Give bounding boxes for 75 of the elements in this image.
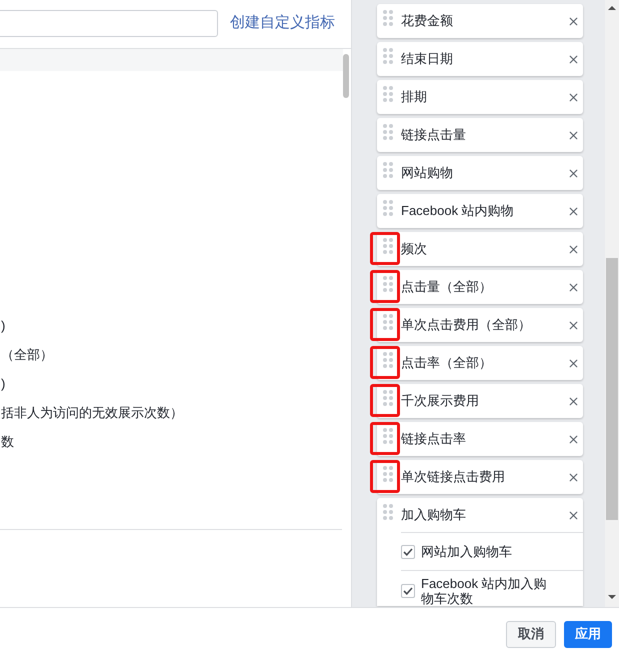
column-card[interactable]: 点击量（全部） bbox=[377, 270, 583, 304]
column-card[interactable]: 排期 bbox=[377, 80, 583, 114]
column-card[interactable]: 链接点击量 bbox=[377, 118, 583, 152]
column-card[interactable]: Facebook 站内购物 bbox=[377, 194, 583, 228]
drag-handle-icon[interactable] bbox=[383, 428, 393, 444]
column-label: 花费金额 bbox=[401, 12, 454, 30]
close-icon bbox=[566, 52, 580, 66]
drag-handle-icon[interactable] bbox=[383, 390, 393, 406]
scroll-down-arrow-icon[interactable] bbox=[608, 595, 616, 599]
create-custom-metric-link[interactable]: 创建自定义指标 bbox=[230, 12, 335, 34]
column-card[interactable]: 链接点击率 bbox=[377, 422, 583, 456]
close-icon bbox=[566, 394, 580, 408]
metric-label: ) bbox=[1, 316, 6, 335]
option-label: Facebook 站内加入购物车次数 bbox=[421, 576, 548, 606]
column-label: 频次 bbox=[401, 240, 428, 258]
close-icon bbox=[566, 508, 580, 522]
column-card[interactable]: 花费金额 bbox=[377, 4, 583, 38]
apply-button[interactable]: 应用 bbox=[564, 620, 612, 648]
checkbox[interactable] bbox=[401, 544, 415, 558]
metric-label: ) bbox=[1, 374, 6, 393]
close-icon bbox=[566, 242, 580, 256]
column-label: 链接点击率 bbox=[401, 430, 467, 448]
column-label: 链接点击量 bbox=[401, 126, 467, 144]
close-icon bbox=[566, 166, 580, 180]
column-label: 点击量（全部） bbox=[401, 278, 493, 296]
column-group-card[interactable]: 加入购物车 网站加入购物车 Facebook 站内加入购物车次数 bbox=[377, 498, 583, 606]
metric-label: （全部） bbox=[1, 346, 53, 364]
column-card[interactable]: 网站购物 bbox=[377, 156, 583, 190]
column-card[interactable]: 单次点击费用（全部） bbox=[377, 308, 583, 342]
option-label: 网站加入购物车 bbox=[421, 544, 513, 559]
cancel-button[interactable]: 取消 bbox=[506, 620, 556, 648]
drag-handle-icon[interactable] bbox=[383, 200, 393, 216]
checkmark-icon bbox=[403, 587, 413, 595]
search-field[interactable] bbox=[0, 10, 218, 36]
scrollbar-thumb[interactable] bbox=[606, 258, 618, 520]
column-label: 排期 bbox=[401, 88, 428, 106]
drag-handle-icon[interactable] bbox=[383, 124, 393, 140]
column-label: 网站购物 bbox=[401, 164, 454, 182]
drag-handle-icon[interactable] bbox=[383, 238, 393, 254]
drag-handle-icon[interactable] bbox=[383, 162, 393, 178]
close-icon bbox=[566, 90, 580, 104]
drag-handle-icon[interactable] bbox=[383, 10, 393, 26]
close-icon bbox=[566, 128, 580, 142]
column-card[interactable]: 单次链接点击费用 bbox=[377, 460, 583, 494]
column-label: 单次点击费用（全部） bbox=[401, 316, 532, 334]
close-icon bbox=[566, 204, 580, 218]
column-card[interactable]: 频次 bbox=[377, 232, 583, 266]
column-label: 点击率（全部） bbox=[401, 354, 493, 372]
drag-handle-icon[interactable] bbox=[383, 48, 393, 64]
checkmark-icon bbox=[403, 548, 413, 556]
scrollbar-thumb[interactable] bbox=[343, 54, 349, 98]
column-label: 单次链接点击费用 bbox=[401, 468, 506, 486]
column-card[interactable]: 结束日期 bbox=[377, 42, 583, 76]
drag-handle-icon[interactable] bbox=[383, 504, 393, 520]
column-label: 千次展示费用 bbox=[401, 392, 480, 410]
metric-label: 数 bbox=[1, 432, 14, 451]
close-icon bbox=[566, 356, 580, 370]
metric-label: 括非人为访问的无效展示次数） bbox=[1, 404, 183, 422]
checkbox[interactable] bbox=[401, 584, 415, 598]
close-icon bbox=[566, 14, 580, 28]
close-icon bbox=[566, 318, 580, 332]
drag-handle-icon[interactable] bbox=[383, 86, 393, 102]
close-icon bbox=[566, 432, 580, 446]
column-card[interactable]: 点击率（全部） bbox=[377, 346, 583, 380]
drag-handle-icon[interactable] bbox=[383, 352, 393, 368]
column-card[interactable]: 千次展示费用 bbox=[377, 384, 583, 418]
close-icon bbox=[566, 470, 580, 484]
scroll-up-arrow-icon[interactable] bbox=[608, 6, 616, 10]
column-label: 结束日期 bbox=[401, 50, 454, 68]
column-label: Facebook 站内购物 bbox=[401, 202, 515, 220]
drag-handle-icon[interactable] bbox=[383, 314, 393, 330]
drag-handle-icon[interactable] bbox=[383, 466, 393, 482]
column-label: 加入购物车 bbox=[401, 506, 467, 524]
close-icon bbox=[566, 280, 580, 294]
drag-handle-icon[interactable] bbox=[383, 276, 393, 292]
